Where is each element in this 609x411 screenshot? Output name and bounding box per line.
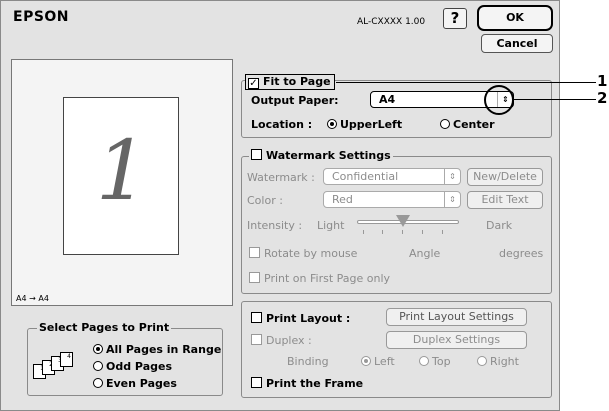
odd-pages-radio[interactable]: Odd Pages	[93, 360, 172, 373]
fit-to-page-checkbox[interactable]: ✓ Fit to Page	[245, 74, 335, 90]
radio-icon	[327, 119, 337, 129]
popup-arrows-icon: ⇕	[444, 169, 460, 184]
color-label: Color :	[247, 194, 283, 207]
checkbox-icon	[249, 272, 260, 283]
callout-line-2	[514, 99, 596, 100]
binding-top-radio[interactable]: Top	[419, 355, 451, 368]
print-layout-checkbox[interactable]: Print Layout :	[251, 312, 350, 325]
binding-left-radio[interactable]: Left	[361, 355, 395, 368]
callout-number-2: 2	[597, 89, 608, 107]
radio-icon	[419, 356, 429, 366]
radio-icon	[477, 356, 487, 366]
popup-arrows-icon: ⇕	[444, 192, 460, 207]
help-button[interactable]: ?	[443, 8, 467, 29]
slider-tick	[363, 230, 364, 234]
even-pages-radio[interactable]: Even Pages	[93, 377, 177, 390]
print-frame-checkbox[interactable]: Print the Frame	[251, 377, 363, 390]
cancel-button[interactable]: Cancel	[481, 34, 553, 53]
binding-label: Binding	[287, 355, 329, 368]
checkbox-icon	[251, 334, 262, 345]
slider-tick	[382, 230, 383, 234]
checkbox-icon	[251, 149, 262, 160]
ok-button[interactable]: OK	[477, 5, 553, 31]
all-pages-radio[interactable]: All Pages in Range	[93, 343, 221, 356]
color-select[interactable]: Red ⇕	[323, 191, 461, 208]
intensity-dark-label: Dark	[486, 219, 513, 232]
paper-conversion-label: A4 → A4	[16, 294, 49, 303]
location-center-radio[interactable]: Center	[440, 118, 495, 131]
checkbox-icon	[251, 312, 262, 323]
binding-right-radio[interactable]: Right	[477, 355, 519, 368]
duplex-settings-button[interactable]: Duplex Settings	[386, 331, 527, 349]
location-upperleft-radio[interactable]: UpperLeft	[327, 118, 402, 131]
checkbox-icon	[251, 377, 262, 388]
callout-circle	[484, 85, 514, 115]
checkbox-checked-icon: ✓	[248, 78, 259, 89]
degrees-label: degrees	[499, 247, 544, 260]
preview-page-number: 1	[95, 124, 149, 219]
edit-text-button[interactable]: Edit Text	[467, 191, 543, 209]
duplex-checkbox[interactable]: Duplex :	[251, 334, 312, 347]
print-layout-settings-button[interactable]: Print Layout Settings	[386, 308, 527, 326]
model-version: AL-CXXXX 1.00	[357, 17, 426, 27]
first-page-only-checkbox[interactable]: Print on First Page only	[249, 272, 390, 285]
slider-tick	[422, 230, 423, 234]
pages-stack-icon: 1 2 3 4	[33, 352, 83, 384]
radio-icon	[440, 119, 450, 129]
radio-icon	[93, 378, 103, 388]
angle-label: Angle	[409, 247, 441, 260]
radio-icon	[361, 356, 371, 366]
radio-icon	[93, 361, 103, 371]
page-preview: 1 A4 → A4	[11, 59, 233, 306]
rotate-by-mouse-checkbox[interactable]: Rotate by mouse	[249, 247, 357, 260]
slider-tick	[442, 230, 443, 234]
intensity-label: Intensity :	[247, 219, 303, 232]
watermark-label: Watermark :	[247, 171, 315, 184]
print-options-dialog: EPSON AL-CXXXX 1.00 ? OK Cancel 1 A4 → A…	[0, 0, 560, 411]
callout-number-1: 1	[597, 72, 608, 90]
callout-line-1	[336, 82, 596, 83]
brand-logo: EPSON	[13, 9, 70, 25]
radio-icon	[93, 344, 103, 354]
watermark-checkbox[interactable]: Watermark Settings	[249, 149, 393, 162]
new-delete-button[interactable]: New/Delete	[467, 168, 543, 186]
checkbox-icon	[249, 247, 260, 258]
slider-thumb-icon[interactable]	[396, 215, 410, 227]
slider-tick	[402, 230, 403, 234]
intensity-light-label: Light	[317, 219, 345, 232]
preview-page: 1	[63, 97, 179, 255]
output-paper-label: Output Paper:	[251, 94, 339, 107]
watermark-select[interactable]: Confidential ⇕	[323, 168, 461, 185]
select-pages-title: Select Pages to Print	[37, 321, 172, 334]
location-label: Location :	[251, 118, 313, 131]
